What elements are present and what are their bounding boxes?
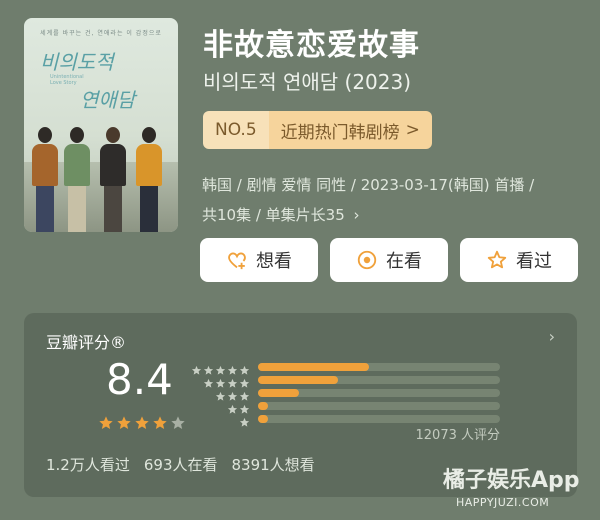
rank-list-label: 近期热门韩剧榜 bbox=[280, 122, 400, 143]
chevron-right-icon: > bbox=[405, 120, 420, 140]
star-small-icon bbox=[239, 413, 250, 432]
target-icon bbox=[356, 249, 378, 271]
watermark-url: HAPPYJUZI.COM bbox=[456, 496, 550, 509]
distribution-bar-track bbox=[258, 402, 500, 410]
star-empty-icon bbox=[170, 415, 186, 435]
poster-person bbox=[32, 127, 58, 232]
poster-english-line2: Love Story bbox=[50, 80, 77, 86]
want-count: 8391人想看 bbox=[231, 456, 315, 474]
poster-person bbox=[100, 127, 126, 232]
watching-label: 在看 bbox=[386, 251, 422, 272]
rating-score: 8.4 bbox=[106, 355, 173, 404]
star-outline-icon bbox=[486, 249, 508, 271]
distribution-bar-4 bbox=[258, 376, 338, 384]
meta-line2-row: 共10集 / 单集片长35 › bbox=[202, 200, 587, 230]
rating-stars bbox=[98, 415, 186, 435]
star-filled-icon bbox=[134, 415, 150, 435]
meta-line1: 韩国 / 剧情 爱情 同性 / 2023-03-17(韩国) 首播 / bbox=[202, 176, 535, 194]
chevron-right-icon[interactable]: › bbox=[549, 327, 555, 346]
original-title: 비의도적 연애담 (2023) bbox=[203, 70, 412, 94]
poster-person bbox=[64, 127, 90, 232]
watermark-brand: 橘子娱乐App bbox=[443, 468, 580, 493]
star-filled-icon bbox=[116, 415, 132, 435]
rank-badge[interactable]: NO.5 近期热门韩剧榜 > bbox=[203, 111, 432, 149]
watched-count: 1.2万人看过 bbox=[46, 456, 130, 474]
distribution-bar-1 bbox=[258, 415, 268, 423]
rank-number: NO.5 bbox=[203, 111, 269, 149]
meta-line2: 共10集 / 单集片长35 bbox=[202, 206, 345, 224]
want-label: 想看 bbox=[256, 251, 292, 272]
poster-title-line1: 비의도적 bbox=[40, 50, 114, 74]
watched-label: 看过 bbox=[516, 251, 552, 272]
watch-stats: 1.2万人看过 693人在看 8391人想看 bbox=[46, 454, 315, 475]
show-meta-info[interactable]: 韩国 / 剧情 爱情 同性 / 2023-03-17(韩国) 首播 / 共10集… bbox=[202, 170, 587, 230]
poster-person bbox=[136, 127, 162, 232]
poster-english-title: Unintentional Love Story bbox=[50, 74, 84, 86]
star-filled-icon bbox=[152, 415, 168, 435]
watched-button[interactable]: 看过 bbox=[460, 238, 578, 282]
distribution-stars-1 bbox=[192, 413, 250, 432]
distribution-bar-5 bbox=[258, 363, 369, 371]
chevron-right-icon: › bbox=[353, 206, 360, 224]
watching-button[interactable]: 在看 bbox=[330, 238, 448, 282]
star-filled-icon bbox=[98, 415, 114, 435]
distribution-bar-2 bbox=[258, 402, 268, 410]
distribution-bar-3 bbox=[258, 389, 299, 397]
page-title: 非故意恋爱故事 bbox=[203, 28, 420, 63]
poster-title-line2: 연애담 bbox=[80, 88, 136, 112]
poster-image[interactable]: 세계를 바꾸는 건, 연애라는 이 감정으로 비의도적 Unintentiona… bbox=[24, 18, 178, 232]
rating-label: 豆瓣评分® bbox=[46, 333, 127, 352]
poster-tagline: 세계를 바꾸는 건, 연애라는 이 감정으로 bbox=[40, 30, 162, 37]
rating-count: 12073 人评分 bbox=[415, 428, 501, 443]
watching-count: 693人在看 bbox=[143, 456, 218, 474]
rank-list-link[interactable]: 近期热门韩剧榜 > bbox=[268, 111, 432, 149]
distribution-bar-track bbox=[258, 415, 500, 423]
heart-plus-icon bbox=[226, 249, 248, 271]
want-to-watch-button[interactable]: 想看 bbox=[200, 238, 318, 282]
